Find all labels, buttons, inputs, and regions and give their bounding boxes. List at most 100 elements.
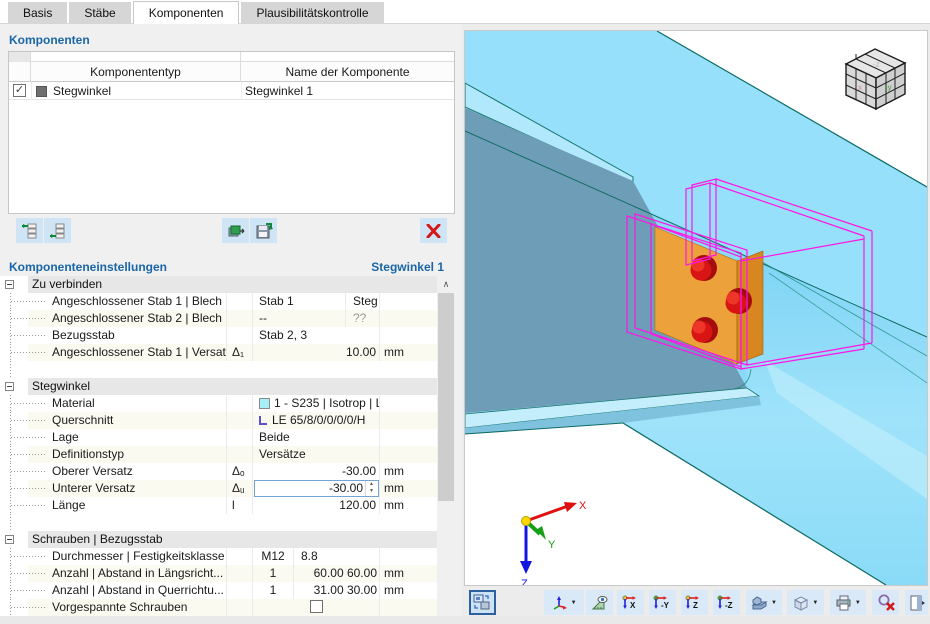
property-row[interactable]: Angeschlossener Stab 1 | Blech Stab 1 Steg: [0, 293, 437, 310]
scrollbar-thumb[interactable]: [438, 293, 454, 501]
material-color-swatch: [259, 398, 270, 409]
property-row[interactable]: Material 1 - S235 | Isotrop | Linear ela.…: [0, 395, 437, 412]
save-component-defaults-button[interactable]: [250, 218, 277, 243]
collapse-icon[interactable]: [5, 280, 14, 289]
transfer-component-button[interactable]: [222, 218, 249, 243]
section-header[interactable]: Stegwinkel: [0, 378, 437, 395]
property-row[interactable]: Angeschlossener Stab 1 | Versatz Δ₁ 10.00 m…: [0, 344, 437, 361]
svg-text:-Y: -Y: [661, 601, 670, 610]
status-strip: [0, 616, 930, 624]
navigation-cube[interactable]: -z x -y: [844, 48, 907, 111]
property-row[interactable]: Anzahl | Abstand in Längsricht... 1 60.00 …: [0, 565, 437, 582]
dropdown-arrow-icon[interactable]: ▼: [812, 600, 818, 606]
property-row[interactable]: Durchmesser | Festigkeitsklasse M12 8.8: [0, 548, 437, 565]
view-z-button[interactable]: Z: [680, 590, 708, 615]
property-row[interactable]: Definitionstyp Versätze: [0, 446, 437, 463]
settings-scrollbar[interactable]: ∧ ∨: [437, 276, 455, 624]
property-checkbox[interactable]: [310, 600, 323, 613]
isometric-view-button[interactable]: ▼: [543, 590, 585, 615]
property-label: Definitionstyp: [52, 447, 125, 461]
property-label: Material: [52, 396, 95, 410]
spinner-arrows[interactable]: ▲ ▼: [365, 481, 377, 496]
panel-toggle-button[interactable]: [905, 590, 929, 615]
property-label: Lage: [52, 430, 79, 444]
view-minus-z-button[interactable]: -Z: [712, 590, 740, 615]
property-value-1: M12: [253, 548, 294, 565]
column-header-type: Komponententyp: [31, 62, 241, 82]
scroll-up-button[interactable]: ∧: [437, 276, 455, 293]
settings-grid: Zu verbinden Angeschlossener Stab 1 | Ble…: [0, 276, 437, 624]
components-table[interactable]: Komponententyp Name der Komponente ✓ Steg…: [8, 51, 455, 214]
property-value-2: ??: [353, 311, 367, 325]
component-type-icon: [36, 86, 47, 97]
viewport-3d[interactable]: -z x -y X Y Z: [464, 30, 928, 590]
property-symbol: [226, 395, 252, 412]
zoom-off-button[interactable]: [872, 590, 900, 615]
insert-component-after-button[interactable]: [44, 218, 71, 243]
cube-label-left: x: [858, 83, 862, 92]
property-row[interactable]: Oberer Versatz Δₒ -30.00 mm: [0, 463, 437, 480]
property-unit: [379, 548, 437, 565]
view-minus-y-button[interactable]: -Y: [649, 590, 676, 615]
tab-stäbe[interactable]: Stäbe: [69, 2, 131, 25]
property-row[interactable]: Länge l 120.00 mm: [0, 497, 437, 514]
collapse-icon[interactable]: [5, 535, 14, 544]
property-row[interactable]: Angeschlossener Stab 2 | Blech --??: [0, 310, 437, 327]
property-label: Anzahl | Abstand in Längsricht...: [52, 566, 224, 580]
property-unit: [379, 446, 437, 463]
view-manager-button[interactable]: [469, 590, 496, 615]
property-value-2: 60.00 60.00: [313, 566, 377, 580]
component-name-cell[interactable]: Stegwinkel 1: [245, 82, 313, 100]
component-active-checkbox[interactable]: ✓: [13, 84, 26, 97]
property-row[interactable]: Lage Beide: [0, 429, 437, 446]
property-row[interactable]: Unterer Versatz Δᵤ -30.00 ▲ ▼ mm: [0, 480, 437, 497]
property-label: Unterer Versatz: [52, 481, 136, 495]
component-row[interactable]: ✓ Stegwinkel Stegwinkel 1: [9, 82, 454, 100]
components-toolbar: [0, 218, 455, 244]
property-label: Angeschlossener Stab 1 | Versatz: [52, 345, 226, 359]
print-button[interactable]: ▼: [829, 590, 867, 615]
model-view-button[interactable]: ▼: [787, 590, 824, 615]
tab-komponenten[interactable]: Komponenten: [132, 1, 240, 25]
tab-basis[interactable]: Basis: [8, 2, 68, 25]
property-symbol: [226, 548, 252, 565]
insert-component-before-button[interactable]: [16, 218, 43, 243]
view-x-button[interactable]: X: [617, 590, 644, 615]
section-header[interactable]: Schrauben | Bezugsstab: [0, 531, 437, 548]
property-label: Durchmesser | Festigkeitsklasse: [52, 549, 225, 563]
property-value-2: Steg: [353, 294, 378, 308]
property-row[interactable]: Bezugsstab Stab 2, 3: [0, 327, 437, 344]
value-spinner-input[interactable]: -30.00 ▲ ▼: [254, 480, 379, 497]
settings-selected-component: Stegwinkel 1: [371, 260, 444, 274]
property-unit: [379, 395, 437, 412]
section-header[interactable]: Zu verbinden: [0, 276, 437, 293]
property-value: 10.00: [252, 344, 379, 361]
property-unit: [379, 429, 437, 446]
property-row[interactable]: Querschnitt LE 65/8/0/0/0/0/H: [0, 412, 437, 429]
tab-plausibilitätskontrolle[interactable]: Plausibilitätskontrolle: [241, 2, 384, 25]
component-type-cell: Stegwinkel: [53, 84, 112, 98]
display-mode-button[interactable]: ▼: [745, 590, 783, 615]
work-plane-view-button[interactable]: [586, 590, 614, 615]
property-symbol: Δᵤ: [226, 480, 252, 497]
components-table-header: Komponententyp Name der Komponente: [9, 62, 454, 82]
property-value-1: --: [253, 310, 346, 327]
settings-panel-title: Komponenteneinstellungen: [9, 260, 168, 274]
delete-component-button[interactable]: [420, 218, 447, 243]
components-table-top-strip: [9, 52, 454, 62]
property-value-1: Stab 1: [253, 293, 346, 310]
property-symbol: [226, 565, 252, 582]
property-row[interactable]: Anzahl | Abstand in Querrichtu... 1 31.00 …: [0, 582, 437, 599]
dropdown-arrow-icon[interactable]: ▼: [855, 600, 861, 606]
property-value: Beide: [252, 429, 379, 446]
property-value-1: 1: [253, 565, 294, 582]
property-symbol: [226, 412, 252, 429]
dropdown-arrow-icon[interactable]: ▼: [571, 600, 577, 606]
collapse-icon[interactable]: [5, 382, 14, 391]
property-unit: [379, 310, 437, 327]
axis-label-y: Y: [548, 539, 556, 551]
property-row[interactable]: Vorgespannte Schrauben: [0, 599, 437, 616]
property-symbol: Δₒ: [226, 463, 252, 480]
dropdown-arrow-icon[interactable]: ▼: [771, 600, 777, 606]
left-panel: Komponenten Komponententyp Name der Komp…: [0, 24, 462, 624]
